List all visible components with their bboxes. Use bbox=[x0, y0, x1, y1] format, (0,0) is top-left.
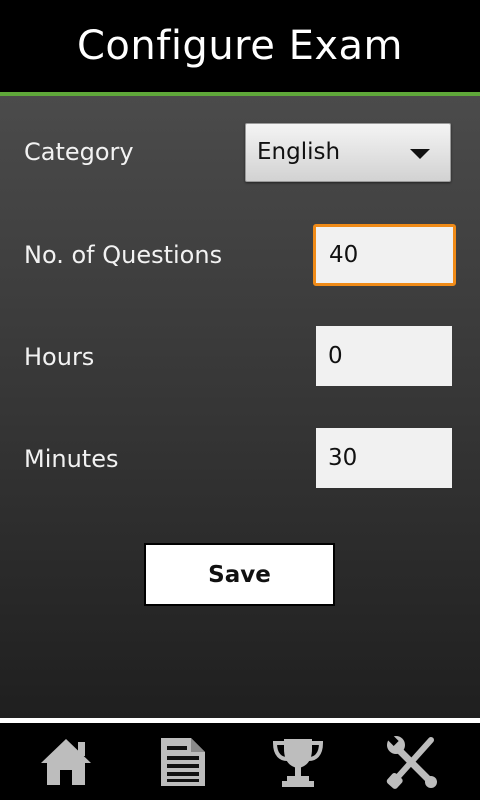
bottom-nav-bar bbox=[0, 723, 480, 800]
exam-config-form: Category English No. of Questions 40 Hou… bbox=[0, 96, 480, 718]
app-header: Configure Exam bbox=[0, 0, 480, 92]
questions-label: No. of Questions bbox=[24, 241, 223, 269]
nav-settings-button[interactable] bbox=[378, 731, 448, 793]
document-icon bbox=[161, 738, 205, 786]
questions-input[interactable]: 40 bbox=[313, 224, 456, 286]
hours-input[interactable]: 0 bbox=[316, 326, 452, 386]
home-icon bbox=[41, 739, 91, 785]
nav-exams-button[interactable] bbox=[148, 731, 218, 793]
dropdown-arrow-icon bbox=[410, 149, 430, 159]
minutes-label: Minutes bbox=[24, 445, 119, 473]
nav-home-button[interactable] bbox=[31, 731, 101, 793]
page-title: Configure Exam bbox=[76, 23, 403, 69]
nav-scores-button[interactable] bbox=[263, 731, 333, 793]
save-button[interactable]: Save bbox=[144, 543, 335, 606]
hours-label: Hours bbox=[24, 343, 95, 371]
tools-icon bbox=[386, 734, 437, 789]
minutes-input[interactable]: 30 bbox=[316, 428, 452, 488]
category-selected-value: English bbox=[257, 139, 341, 165]
trophy-icon bbox=[272, 739, 324, 787]
category-label: Category bbox=[24, 138, 134, 166]
category-dropdown[interactable]: English bbox=[245, 123, 451, 182]
